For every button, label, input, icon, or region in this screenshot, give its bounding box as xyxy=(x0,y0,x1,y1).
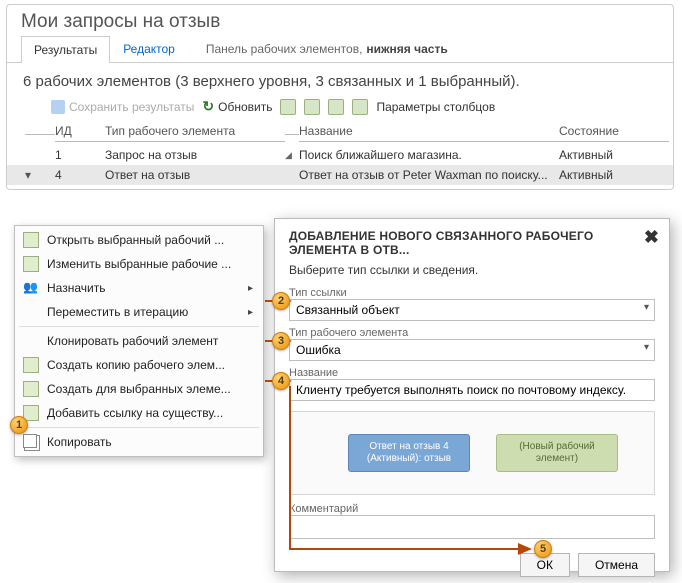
callout-2: 2 xyxy=(272,292,290,310)
table-row[interactable]: ▾ 4 Ответ на отзыв Ответ на отзыв от Pet… xyxy=(7,165,673,185)
link-diagram: Ответ на отзыв 4 (Активный): отзыв (Новы… xyxy=(289,411,655,495)
cancel-button[interactable]: Отмена xyxy=(578,553,655,577)
col-state[interactable]: Состояние xyxy=(559,124,669,142)
grid-header: ИД Тип рабочего элемента Название Состоя… xyxy=(7,121,673,145)
tabs-bar: Результаты Редактор Панель рабочих элеме… xyxy=(7,35,673,63)
wi-type-label: Тип рабочего элемента xyxy=(289,327,655,339)
dialog-subtitle: Выберите тип ссылки и сведения. xyxy=(289,263,655,277)
col-type[interactable]: Тип рабочего элемента xyxy=(105,124,285,142)
assign-icon xyxy=(23,280,39,296)
cell-id: 1 xyxy=(55,148,105,162)
column-options-button[interactable]: Параметры столбцов xyxy=(376,100,495,114)
comment-input[interactable] xyxy=(289,515,655,539)
cell-state: Активный xyxy=(559,148,669,162)
callout-1: 1 xyxy=(10,416,28,434)
ctx-create-for[interactable]: Создать для выбранных элеме... xyxy=(15,377,263,401)
toolbar-icon-4[interactable] xyxy=(352,99,368,115)
copy-icon xyxy=(23,434,39,450)
cell-title: Поиск ближайшего магазина. xyxy=(299,148,559,162)
ctx-createfor-label: Создать для выбранных элеме... xyxy=(47,382,231,396)
toolbar-icon-3[interactable] xyxy=(328,99,344,115)
query-panel: Мои запросы на отзыв Результаты Редактор… xyxy=(6,4,674,190)
cell-type: Запрос на отзыв xyxy=(105,148,285,162)
refresh-button[interactable]: Обновить xyxy=(202,98,272,115)
open-icon xyxy=(23,232,39,248)
cell-id: 4 xyxy=(55,168,105,182)
row-menu-caret[interactable]: ▾ xyxy=(25,168,55,182)
separator xyxy=(19,427,259,428)
ctx-edit[interactable]: Изменить выбранные рабочие ... xyxy=(15,252,263,276)
target-node: (Новый рабочий элемент) xyxy=(496,434,618,472)
add-linked-item-dialog: ✖ ДОБАВЛЕНИЕ НОВОГО СВЯЗАННОГО РАБОЧЕГО … xyxy=(274,218,670,572)
tab-results[interactable]: Результаты xyxy=(21,36,110,63)
blank-icon xyxy=(23,304,39,320)
results-toolbar: Сохранить результаты Обновить Параметры … xyxy=(7,94,673,121)
save-label: Сохранить результаты xyxy=(69,100,194,114)
callout-4: 4 xyxy=(272,372,290,390)
ctx-open[interactable]: Открыть выбранный рабочий ... xyxy=(15,228,263,252)
columns-label: Параметры столбцов xyxy=(376,100,495,114)
name-input[interactable] xyxy=(289,379,655,401)
dialog-buttons: ОК Отмена xyxy=(289,553,655,577)
link-type-select[interactable] xyxy=(289,299,655,321)
chevron-right-icon: ▸ xyxy=(248,283,253,294)
ctx-clone[interactable]: Клонировать рабочий элемент xyxy=(15,329,263,353)
ctx-clone-label: Клонировать рабочий элемент xyxy=(47,334,218,348)
callout-3: 3 xyxy=(272,332,290,350)
results-grid: ИД Тип рабочего элемента Название Состоя… xyxy=(7,121,673,189)
source-node: Ответ на отзыв 4 (Активный): отзыв xyxy=(348,434,470,472)
chevron-right-icon: ▸ xyxy=(248,307,253,318)
toolbar-icon-2[interactable] xyxy=(304,99,320,115)
panel-caption-prefix: Панель рабочих элементов, xyxy=(206,42,363,56)
ctx-copywi-label: Создать копию рабочего элем... xyxy=(47,358,225,372)
table-row[interactable]: 1 Запрос на отзыв ◢ Поиск ближайшего маг… xyxy=(7,145,673,165)
cell-state: Активный xyxy=(559,168,669,182)
createfor-icon xyxy=(23,381,39,397)
callout-5: 5 xyxy=(534,540,552,558)
ctx-move-label: Переместить в итерацию xyxy=(47,305,188,319)
edit-icon xyxy=(23,256,39,272)
blank-icon xyxy=(23,333,39,349)
dialog-title: ДОБАВЛЕНИЕ НОВОГО СВЯЗАННОГО РАБОЧЕГО ЭЛ… xyxy=(289,229,655,257)
save-results-button[interactable]: Сохранить результаты xyxy=(51,100,194,114)
ctx-copy[interactable]: Копировать xyxy=(15,430,263,454)
panel-caption: Панель рабочих элементов, нижняя часть xyxy=(206,42,448,56)
name-label: Название xyxy=(289,367,655,379)
expand-icon[interactable]: ◢ xyxy=(285,150,299,161)
ctx-assign-label: Назначить xyxy=(47,281,105,295)
close-icon[interactable]: ✖ xyxy=(644,227,659,248)
row-context-menu: Открыть выбранный рабочий ... Изменить в… xyxy=(14,225,264,457)
page-title: Мои запросы на отзыв xyxy=(7,5,673,35)
cell-title: Ответ на отзыв от Peter Waxman по поиску… xyxy=(299,168,559,182)
ctx-move[interactable]: Переместить в итерацию ▸ xyxy=(15,300,263,324)
ctx-add-link[interactable]: Добавить ссылку на существу... xyxy=(15,401,263,425)
result-summary: 6 рабочих элементов (3 верхнего уровня, … xyxy=(7,63,673,94)
ctx-copy-workitem[interactable]: Создать копию рабочего элем... xyxy=(15,353,263,377)
ctx-edit-label: Изменить выбранные рабочие ... xyxy=(47,257,231,271)
col-title[interactable]: Название xyxy=(299,124,559,142)
col-id[interactable]: ИД xyxy=(55,124,105,142)
link-type-label: Тип ссылки xyxy=(289,287,655,299)
wi-type-select[interactable] xyxy=(289,339,655,361)
panel-caption-bold: нижняя часть xyxy=(366,42,447,56)
refresh-label: Обновить xyxy=(218,100,272,114)
ctx-open-label: Открыть выбранный рабочий ... xyxy=(47,233,224,247)
copywi-icon xyxy=(23,357,39,373)
ctx-copy-label: Копировать xyxy=(47,435,112,449)
cell-type: Ответ на отзыв xyxy=(105,168,285,182)
save-icon xyxy=(51,100,65,114)
toolbar-icon-1[interactable] xyxy=(280,99,296,115)
ctx-addlink-label: Добавить ссылку на существу... xyxy=(47,406,223,420)
ctx-assign[interactable]: Назначить ▸ xyxy=(15,276,263,300)
comment-label: Комментарий xyxy=(289,503,655,515)
separator xyxy=(19,326,259,327)
tab-editor[interactable]: Редактор xyxy=(110,35,188,62)
refresh-icon xyxy=(202,98,214,115)
